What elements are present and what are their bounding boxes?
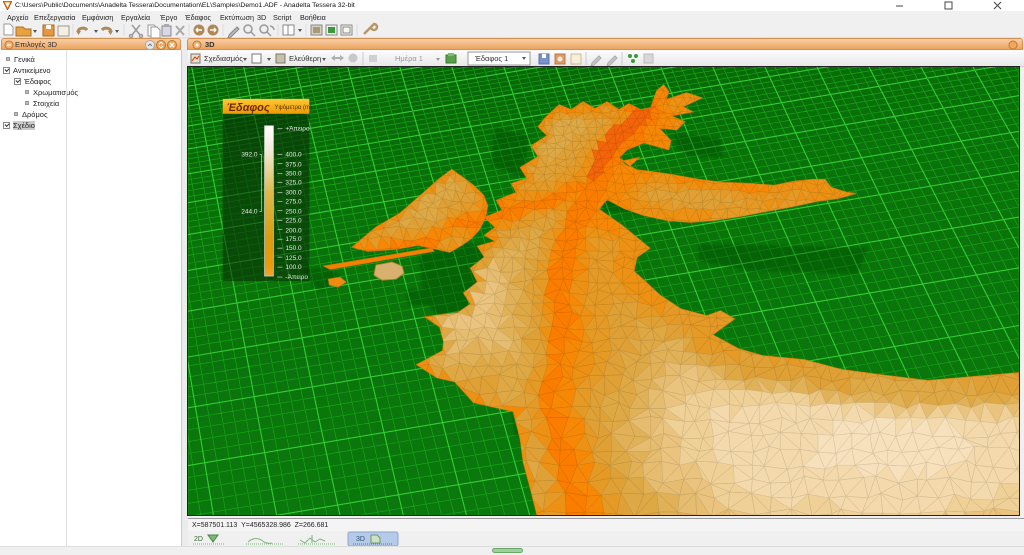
svg-text:+Άπειρο: +Άπειρο	[285, 126, 310, 133]
svg-text:150.0: 150.0	[285, 245, 302, 252]
svg-text:175.0: 175.0	[285, 236, 302, 243]
svg-text:375.0: 375.0	[285, 162, 302, 169]
svg-text:300.0: 300.0	[285, 189, 302, 196]
svg-text:392.0: 392.0	[241, 152, 258, 159]
svg-text:200.0: 200.0	[285, 227, 302, 234]
svg-text:350.0: 350.0	[285, 171, 302, 178]
svg-text:-Άπειρο: -Άπειρο	[285, 274, 308, 281]
svg-text:3D: 3D	[356, 536, 365, 543]
svg-text:Υψόμετρα (m): Υψόμετρα (m)	[274, 104, 311, 111]
svg-text:Έδαφος: Έδαφος	[227, 102, 270, 114]
svg-text:2D: 2D	[194, 536, 203, 543]
svg-text:250.0: 250.0	[285, 208, 302, 215]
svg-text:244.0: 244.0	[241, 208, 258, 215]
svg-text:125.0: 125.0	[285, 255, 302, 262]
svg-text:400.0: 400.0	[285, 152, 302, 159]
svg-text:225.0: 225.0	[285, 217, 302, 224]
svg-text:325.0: 325.0	[285, 179, 302, 186]
svg-text:100.0: 100.0	[285, 264, 302, 271]
svg-text:275.0: 275.0	[285, 198, 302, 205]
